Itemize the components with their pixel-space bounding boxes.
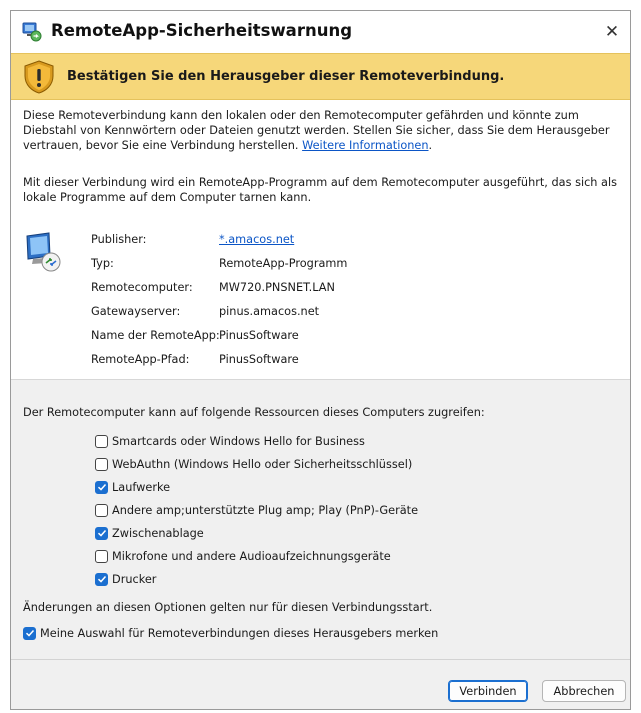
warning-banner: Bestätigen Sie den Herausgeber dieser Re… bbox=[11, 53, 630, 100]
options-note: Änderungen an diesen Optionen gelten nur… bbox=[23, 601, 433, 614]
checkbox-label: Mikrofone und andere Audioaufzeichnungsg… bbox=[112, 549, 391, 563]
checkbox-box[interactable] bbox=[95, 526, 108, 540]
detail-value: pinus.amacos.net bbox=[219, 305, 320, 318]
checkmark-icon bbox=[97, 529, 106, 537]
more-info-link[interactable]: Weitere Informationen bbox=[302, 139, 428, 152]
description-text: vertrauen, bevor Sie eine Verbindung her… bbox=[23, 139, 299, 152]
details-panel: Diese Remoteverbindung kann den lokalen … bbox=[11, 100, 630, 380]
window-title: RemoteApp-Sicherheitswarnung bbox=[51, 21, 353, 40]
warning-description: Diese Remoteverbindung kann den lokalen … bbox=[23, 108, 618, 153]
banner-text: Bestätigen Sie den Herausgeber dieser Re… bbox=[67, 69, 505, 84]
checkbox-box[interactable] bbox=[95, 480, 108, 494]
title-bar: RemoteApp-Sicherheitswarnung ✕ bbox=[11, 11, 630, 53]
remoteapp-icon bbox=[22, 22, 42, 42]
resources-section: Der Remotecomputer kann auf folgende Res… bbox=[11, 381, 630, 651]
remoteapp-description: Mit dieser Verbindung wird ein RemoteApp… bbox=[23, 175, 618, 205]
detail-value: MW720.PNSNET.LAN bbox=[219, 281, 335, 294]
description-line: vertrauen, bevor Sie eine Verbindung her… bbox=[23, 138, 618, 153]
checkbox-microphones[interactable]: Mikrofone und andere Audioaufzeichnungsg… bbox=[95, 548, 391, 564]
checkmark-icon bbox=[97, 483, 106, 491]
checkmark-icon bbox=[25, 629, 34, 637]
checkbox-box[interactable] bbox=[95, 434, 108, 448]
detail-label: RemoteApp-Pfad: bbox=[91, 353, 190, 366]
detail-label: Typ: bbox=[91, 257, 114, 270]
checkbox-label: Smartcards oder Windows Hello for Busine… bbox=[112, 434, 365, 448]
checkbox-label: WebAuthn (Windows Hello oder Sicherheits… bbox=[112, 457, 413, 471]
checkbox-label: Zwischenablage bbox=[112, 526, 204, 540]
connect-button[interactable]: Verbinden bbox=[448, 680, 528, 702]
checkbox-pnp-devices[interactable]: Andere amp;unterstützte Plug amp; Play (… bbox=[95, 502, 418, 518]
detail-label: Remotecomputer: bbox=[91, 281, 193, 294]
checkbox-label: Drucker bbox=[112, 572, 157, 586]
checkbox-box[interactable] bbox=[95, 457, 108, 471]
checkbox-label: Andere amp;unterstützte Plug amp; Play (… bbox=[112, 503, 419, 517]
checkbox-label: Meine Auswahl für Remoteverbindungen die… bbox=[40, 626, 439, 640]
detail-label: Publisher: bbox=[91, 233, 147, 246]
description-line: Diese Remoteverbindung kann den lokalen … bbox=[23, 109, 579, 122]
description-line: Diebstahl von Kennwörtern oder Dateien g… bbox=[23, 124, 610, 137]
detail-value: PinusSoftware bbox=[219, 353, 299, 366]
remote-computer-icon bbox=[23, 232, 63, 274]
checkbox-box[interactable] bbox=[95, 572, 108, 586]
checkbox-box[interactable] bbox=[95, 549, 108, 563]
close-icon: ✕ bbox=[604, 22, 620, 42]
detail-label: Name der RemoteApp: bbox=[91, 329, 220, 342]
detail-label: Gatewayserver: bbox=[91, 305, 181, 318]
checkbox-clipboard[interactable]: Zwischenablage bbox=[95, 525, 204, 541]
detail-value: PinusSoftware bbox=[219, 329, 299, 342]
description-period: . bbox=[428, 139, 433, 152]
description-line: lokale Programme auf dem Computer tarnen… bbox=[23, 191, 312, 204]
checkbox-printers[interactable]: Drucker bbox=[95, 571, 156, 587]
publisher-link[interactable]: *.amacos.net bbox=[219, 233, 294, 246]
checkbox-label: Laufwerke bbox=[112, 480, 171, 494]
checkbox-box[interactable] bbox=[95, 503, 108, 517]
checkmark-icon bbox=[97, 575, 106, 583]
button-bar: Verbinden Abbrechen bbox=[11, 659, 630, 709]
warning-shield-icon bbox=[23, 60, 55, 94]
detail-value: RemoteApp-Programm bbox=[219, 257, 348, 270]
close-button[interactable]: ✕ bbox=[596, 17, 628, 47]
checkbox-smartcards[interactable]: Smartcards oder Windows Hello for Busine… bbox=[95, 433, 365, 449]
resources-heading: Der Remotecomputer kann auf folgende Res… bbox=[23, 406, 485, 419]
checkbox-remember-choice[interactable]: Meine Auswahl für Remoteverbindungen die… bbox=[23, 625, 438, 641]
remoteapp-security-dialog: RemoteApp-Sicherheitswarnung ✕ Bestätige… bbox=[10, 10, 631, 710]
checkbox-drives[interactable]: Laufwerke bbox=[95, 479, 170, 495]
checkbox-webauthn[interactable]: WebAuthn (Windows Hello oder Sicherheits… bbox=[95, 456, 412, 472]
description-line: Mit dieser Verbindung wird ein RemoteApp… bbox=[23, 176, 617, 189]
checkbox-box[interactable] bbox=[23, 626, 36, 640]
cancel-button[interactable]: Abbrechen bbox=[542, 680, 626, 702]
